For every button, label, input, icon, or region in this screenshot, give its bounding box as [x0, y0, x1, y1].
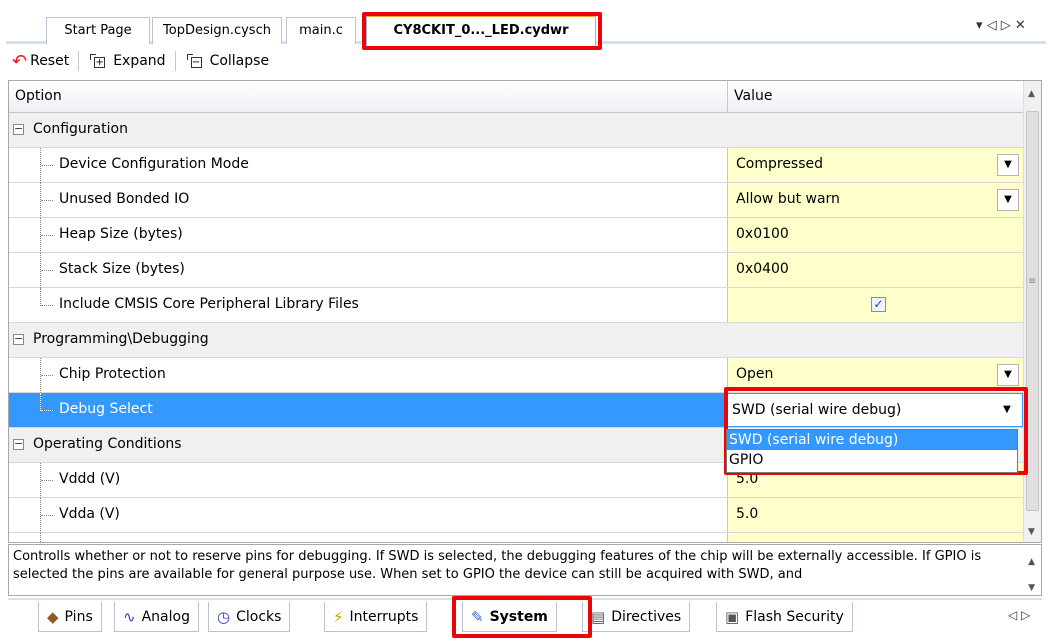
cmsis-checkbox[interactable]: ✓	[871, 297, 886, 312]
scroll-down-icon[interactable]: ▼	[1028, 579, 1035, 595]
value-cell[interactable]: Allow but warn ▼	[727, 183, 1023, 217]
row-label: Debug Select	[59, 401, 153, 417]
category-label: Operating Conditions	[33, 436, 182, 452]
reset-button[interactable]: ↶ Reset	[8, 48, 73, 74]
row-label: Heap Size (bytes)	[59, 226, 183, 242]
category-label: Programming\Debugging	[33, 331, 209, 347]
row-device-configuration-mode[interactable]: Device Configuration Mode Compressed ▼	[9, 148, 1023, 183]
column-value: Value	[734, 88, 773, 104]
value-text: Open	[736, 366, 774, 382]
value-cell[interactable]: 0x0400	[727, 253, 1023, 287]
description-panel: Controlls whether or not to reserve pins…	[8, 544, 1042, 596]
tab-label: Pins	[64, 608, 93, 625]
window: Start Page TopDesign.cysch main.c CY8CKI…	[0, 0, 1048, 643]
value-cell	[727, 533, 1023, 542]
scroll-up-icon[interactable]: ▲	[1028, 89, 1035, 99]
reset-label: Reset	[30, 53, 70, 69]
category-configuration[interactable]: − Configuration	[9, 113, 1023, 148]
row-label: Include CMSIS Core Peripheral Library Fi…	[59, 296, 359, 312]
collapse-label: Collapse	[209, 53, 270, 69]
toolbar-separator	[174, 51, 176, 71]
option-swd[interactable]: SWD (serial wire debug)	[727, 430, 1017, 450]
tab-label: Directives	[611, 608, 682, 625]
row-vdda[interactable]: Vdda (V) 5.0	[9, 498, 1023, 533]
grid-header: Option Value	[9, 81, 1023, 113]
debug-select-options: SWD (serial wire debug) GPIO	[726, 429, 1018, 473]
description-text: Controlls whether or not to reserve pins…	[13, 549, 982, 582]
grip-icon: ≡	[1028, 276, 1037, 287]
highlight-system-tab	[452, 596, 592, 638]
dropdown-arrow-icon[interactable]: ▼	[997, 189, 1019, 211]
collapse-toggle-icon[interactable]: −	[13, 123, 24, 135]
collapse-icon: −	[185, 51, 207, 71]
lightning-icon: ⚡	[333, 607, 344, 626]
highlight-active-tab	[362, 12, 602, 50]
toolbar: ↶ Reset + Expand − Collapse	[8, 46, 1040, 76]
row-label: Device Configuration Mode	[59, 156, 249, 172]
bottom-tab-nav[interactable]: ◁ ▷	[1008, 608, 1030, 622]
column-divider[interactable]	[727, 81, 728, 113]
tab-directives[interactable]: ▤ Directives	[582, 602, 691, 632]
value-text: Compressed	[736, 156, 824, 172]
tab-pins[interactable]: ◆ Pins	[38, 602, 102, 632]
expand-button[interactable]: + Expand	[84, 48, 169, 74]
dropdown-arrow-icon[interactable]: ▼	[997, 364, 1019, 386]
row-stack-size[interactable]: Stack Size (bytes) 0x0400	[9, 253, 1023, 288]
tab-main-c[interactable]: main.c	[286, 17, 356, 44]
row-label: Stack Size (bytes)	[59, 261, 185, 277]
value-cell[interactable]: Compressed ▼	[727, 148, 1023, 182]
tab-label: Flash Security	[745, 608, 844, 625]
tab-label: Analog	[141, 608, 190, 625]
row-label: Unused Bonded IO	[59, 191, 190, 207]
value-cell[interactable]: 0x0100	[727, 218, 1023, 252]
expand-icon: +	[88, 51, 110, 71]
row-partial	[9, 533, 1023, 542]
row-label: Vdda (V)	[59, 506, 120, 522]
tab-analog[interactable]: ∿ Analog	[114, 602, 199, 632]
tab-interrupts[interactable]: ⚡ Interrupts	[324, 602, 428, 632]
category-label: Configuration	[33, 121, 128, 137]
document-icon: ▤	[591, 607, 606, 626]
category-programming-debugging[interactable]: − Programming\Debugging	[9, 323, 1023, 358]
tab-label: Interrupts	[349, 608, 419, 625]
value-text: 0x0400	[736, 261, 789, 277]
scroll-down-icon[interactable]: ▼	[1028, 527, 1035, 537]
clock-icon: ◷	[217, 607, 231, 626]
lock-icon: ▣	[725, 607, 740, 626]
reset-icon: ↶	[12, 50, 28, 72]
collapse-button[interactable]: − Collapse	[181, 48, 274, 74]
toolbar-separator	[78, 51, 80, 71]
value-cell: ✓	[727, 288, 1023, 322]
collapse-toggle-icon[interactable]: −	[13, 438, 24, 450]
tab-topdesign[interactable]: TopDesign.cysch	[152, 17, 282, 44]
value-text: 5.0	[736, 506, 759, 522]
tab-start-page[interactable]: Start Page	[46, 17, 150, 44]
waveform-icon: ∿	[123, 607, 136, 626]
value-cell[interactable]: 5.0	[727, 498, 1023, 532]
column-option: Option	[15, 88, 62, 104]
tab-flash-security[interactable]: ▣ Flash Security	[716, 602, 853, 632]
dropdown-arrow-icon[interactable]: ▼	[997, 154, 1019, 176]
expand-label: Expand	[113, 53, 166, 69]
value-text: Allow but warn	[736, 191, 840, 207]
row-label: Vddd (V)	[59, 471, 121, 487]
row-include-cmsis[interactable]: Include CMSIS Core Peripheral Library Fi…	[9, 288, 1023, 323]
scroll-up-icon[interactable]: ▲	[1028, 553, 1035, 571]
tab-label: Clocks	[236, 608, 282, 625]
row-label: Chip Protection	[59, 366, 166, 382]
option-gpio[interactable]: GPIO	[727, 450, 1017, 470]
row-unused-bonded-io[interactable]: Unused Bonded IO Allow but warn ▼	[9, 183, 1023, 218]
tab-controls[interactable]: ▾ ◁ ▷ ✕	[976, 18, 1026, 33]
chip-icon: ◆	[47, 607, 59, 626]
collapse-toggle-icon[interactable]: −	[13, 333, 24, 345]
value-text: 0x0100	[736, 226, 789, 242]
tab-clocks[interactable]: ◷ Clocks	[208, 602, 291, 632]
row-heap-size[interactable]: Heap Size (bytes) 0x0100	[9, 218, 1023, 253]
